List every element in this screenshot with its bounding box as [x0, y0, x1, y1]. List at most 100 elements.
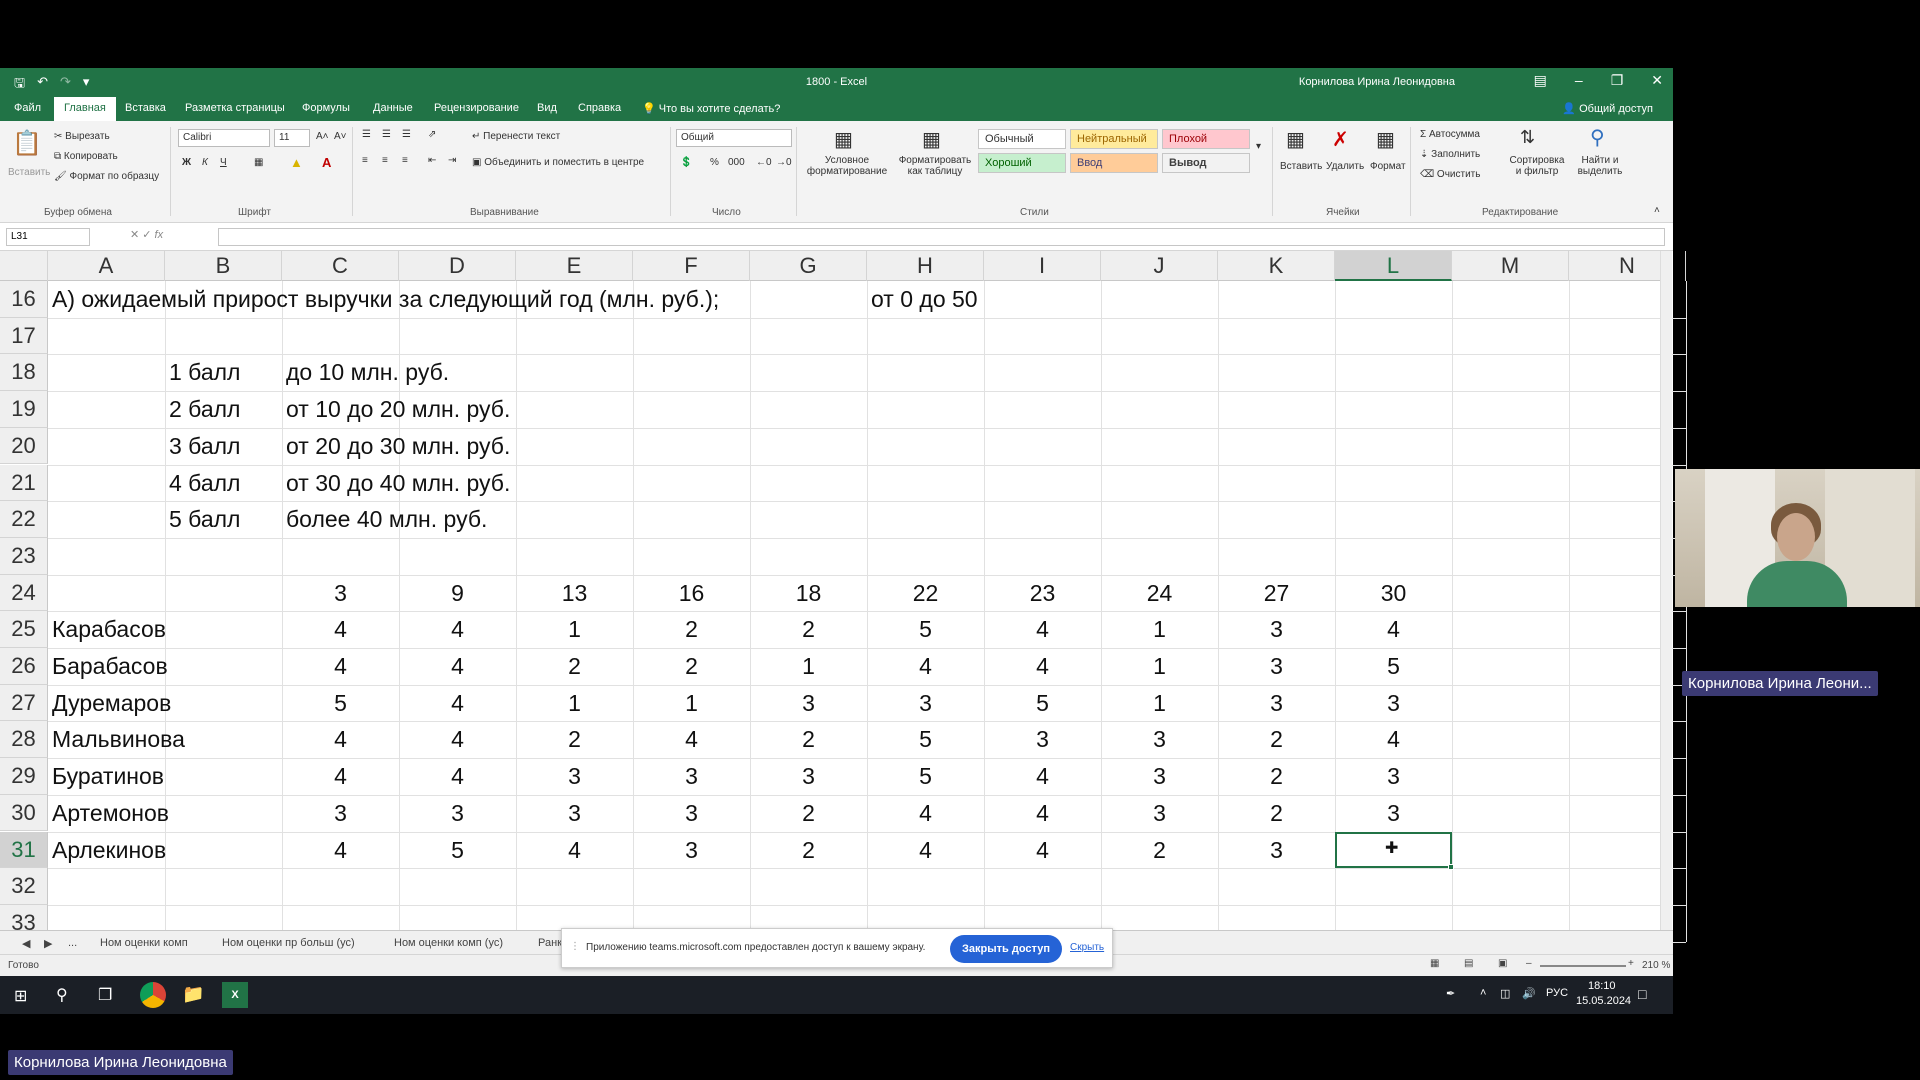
insert-cells-label[interactable]: Вставить [1280, 161, 1322, 172]
cell-j26[interactable]: 1 [1101, 648, 1218, 685]
cell-c28[interactable]: 4 [282, 721, 399, 758]
scroll-right-icon[interactable]: ▶ [44, 937, 52, 950]
cell-c25[interactable]: 4 [282, 611, 399, 648]
italic-button[interactable]: К [202, 157, 208, 168]
cell-g28[interactable]: 2 [750, 721, 867, 758]
hide-link[interactable]: Скрыть [1070, 942, 1104, 953]
column-header-j[interactable]: J [1101, 251, 1218, 281]
select-all-corner[interactable] [0, 251, 48, 281]
row-header-32[interactable]: 32 [0, 868, 48, 905]
scroll-left-icon[interactable]: ◀ [22, 937, 30, 950]
cell-i29[interactable]: 4 [984, 758, 1101, 795]
row-header-17[interactable]: 17 [0, 317, 48, 355]
minimize-icon[interactable]: – [1575, 72, 1583, 89]
tab-insert[interactable]: Вставка [125, 102, 166, 114]
cell-e30[interactable]: 3 [516, 795, 633, 832]
cell-i26[interactable]: 4 [984, 648, 1101, 685]
style-normal[interactable]: Обычный [978, 129, 1066, 149]
restore-icon[interactable]: ❐ [1611, 72, 1624, 89]
find-select-icon[interactable]: ⚲ [1590, 125, 1605, 150]
align-left-icon[interactable]: ≡ [362, 155, 368, 166]
paste-label[interactable]: Вставить [8, 167, 50, 178]
find-select-label[interactable]: Найти и выделить [1570, 155, 1630, 177]
cell-d25[interactable]: 4 [399, 611, 516, 648]
cell-l28[interactable]: 4 [1335, 721, 1452, 758]
delete-cells-label[interactable]: Удалить [1326, 161, 1364, 172]
column-header-i[interactable]: I [984, 251, 1101, 281]
ribbon-display-icon[interactable]: ▤ [1534, 72, 1547, 89]
bold-button[interactable]: Ж [182, 157, 191, 168]
tab-data[interactable]: Данные [373, 102, 413, 114]
cell-c26[interactable]: 4 [282, 648, 399, 685]
row-header-27[interactable]: 27 [0, 684, 48, 722]
cell-g31[interactable]: 2 [750, 832, 867, 869]
indent-decrease-icon[interactable]: ⇤ [428, 155, 436, 166]
align-middle-icon[interactable]: ☰ [382, 129, 391, 140]
share-button[interactable]: 👤 Общий доступ [1562, 102, 1653, 115]
style-input[interactable]: Ввод [1070, 153, 1158, 173]
row-header-20[interactable]: 20 [0, 427, 48, 465]
row-header-25[interactable]: 25 [0, 611, 48, 648]
excel-taskbar-icon[interactable]: X [222, 982, 248, 1008]
percent-icon[interactable]: % [710, 157, 719, 168]
stop-sharing-button[interactable]: Закрыть доступ [950, 935, 1062, 963]
cell-g27[interactable]: 3 [750, 685, 867, 722]
row-header-30[interactable]: 30 [0, 794, 48, 832]
normal-view-icon[interactable]: ▦ [1430, 958, 1439, 969]
insert-function-icon[interactable]: ✕ ✓ fx [130, 228, 163, 241]
cell-d27[interactable]: 4 [399, 685, 516, 722]
cell-l25[interactable]: 4 [1335, 611, 1452, 648]
network-icon[interactable]: ◫ [1500, 987, 1510, 1000]
cell-f26[interactable]: 2 [633, 648, 750, 685]
notifications-icon[interactable]: □ [1638, 986, 1646, 1002]
cell-h29[interactable]: 5 [867, 758, 984, 795]
search-icon[interactable]: ⚲ [56, 985, 68, 1005]
sheet-tab-more[interactable]: ... [68, 937, 77, 949]
close-icon[interactable]: ✕ [1651, 72, 1663, 89]
cell-b20[interactable]: 3 балл [169, 428, 240, 465]
cell-c18[interactable]: до 10 млн. руб. [286, 354, 449, 391]
cell-e29[interactable]: 3 [516, 758, 633, 795]
indent-increase-icon[interactable]: ⇥ [448, 155, 456, 166]
column-header-c[interactable]: C [282, 251, 399, 281]
fill-color-icon[interactable]: ▲ [290, 155, 303, 170]
cell-h26[interactable]: 4 [867, 648, 984, 685]
zoom-out-icon[interactable]: – [1526, 958, 1532, 969]
tell-me-search[interactable]: 💡 Что вы хотите сделать? [642, 102, 780, 115]
cell-f28[interactable]: 4 [633, 721, 750, 758]
cell-c30[interactable]: 3 [282, 795, 399, 832]
underline-button[interactable]: Ч [220, 157, 227, 168]
cell-g29[interactable]: 3 [750, 758, 867, 795]
cell-h16[interactable]: от 0 до 50 [871, 281, 978, 318]
cell-k25[interactable]: 3 [1218, 611, 1335, 648]
sheet-tab[interactable]: Ном оценки пр больш (ус) [222, 937, 355, 949]
cell-h25[interactable]: 5 [867, 611, 984, 648]
tab-home[interactable]: Главная [54, 97, 116, 121]
cell-j27[interactable]: 1 [1101, 685, 1218, 722]
copy-button[interactable]: ⧉ Копировать [54, 151, 118, 162]
cell-k24[interactable]: 27 [1218, 575, 1335, 612]
align-top-icon[interactable]: ☰ [362, 129, 371, 140]
cell-e26[interactable]: 2 [516, 648, 633, 685]
cell-g30[interactable]: 2 [750, 795, 867, 832]
cell-d24[interactable]: 9 [399, 575, 516, 612]
drag-handle-icon[interactable]: ⋮ [570, 941, 580, 952]
style-bad[interactable]: Плохой [1162, 129, 1250, 149]
borders-icon[interactable]: ▦ [254, 157, 263, 168]
sort-filter-label[interactable]: Сортировка и фильтр [1508, 155, 1566, 177]
cell-g24[interactable]: 18 [750, 575, 867, 612]
windows-start-icon[interactable]: ⊞ [14, 986, 27, 1006]
style-output[interactable]: Вывод [1162, 153, 1250, 173]
cell-b22[interactable]: 5 балл [169, 501, 240, 538]
sheet-tab[interactable]: Ранк [538, 937, 562, 949]
font-color-icon[interactable]: A [322, 155, 331, 170]
cell-k30[interactable]: 2 [1218, 795, 1335, 832]
cell-a30[interactable]: Артемонов [52, 795, 169, 832]
cell-i24[interactable]: 23 [984, 575, 1101, 612]
cell-e25[interactable]: 1 [516, 611, 633, 648]
row-header-16[interactable]: 16 [0, 281, 48, 318]
align-center-icon[interactable]: ≡ [382, 155, 388, 166]
style-neutral[interactable]: Нейтральный [1070, 129, 1158, 149]
cell-a16[interactable]: А) ожидаемый прирост выручки за следующи… [52, 281, 719, 318]
row-header-26[interactable]: 26 [0, 648, 48, 685]
